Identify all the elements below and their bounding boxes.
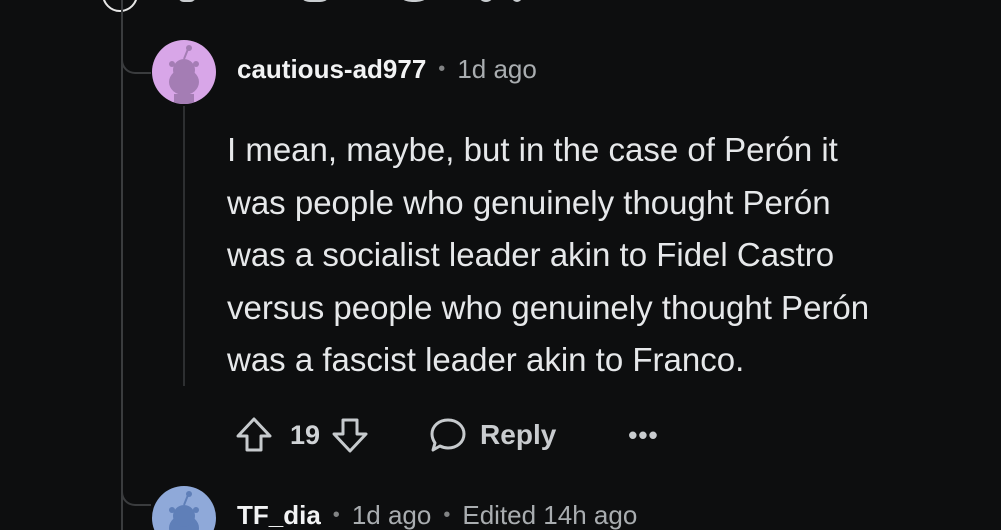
- previous-comment-actions: [0, 0, 1001, 12]
- upvote-icon[interactable]: [178, 0, 196, 2]
- downvote-icon[interactable]: [330, 415, 370, 455]
- timestamp[interactable]: 1d ago: [457, 54, 537, 85]
- reply-label: Reply: [480, 419, 557, 450]
- comment-body-line: was people who genuinely thought Perón: [227, 183, 831, 221]
- reply-icon: [430, 418, 466, 452]
- comment-header: cautious-ad977 • 1d ago: [237, 54, 537, 85]
- comment-thread: cautious-ad977 • 1d ago I mean, maybe, b…: [0, 0, 1001, 530]
- avatar[interactable]: [152, 40, 216, 104]
- thread-branch: [121, 46, 151, 74]
- meta-separator: •: [443, 504, 451, 526]
- username[interactable]: TF_dia: [237, 500, 321, 530]
- upvote-icon[interactable]: [234, 415, 274, 455]
- meta-separator: •: [438, 58, 446, 80]
- avatar[interactable]: [152, 486, 216, 530]
- next-comment-header: TF_dia • 1d ago • Edited 14h ago: [237, 500, 637, 530]
- comment-body-line: I mean, maybe, but in the case of Perón …: [227, 131, 838, 168]
- comment-body-line: versus people who genuinely thought Peró…: [227, 288, 870, 326]
- collapse-icon[interactable]: [102, 0, 138, 12]
- snoo-avatar-icon: [152, 486, 216, 530]
- edited-label: Edited 14h ago: [462, 500, 638, 530]
- comment-collapse-line[interactable]: [183, 106, 185, 386]
- more-options-button[interactable]: •••: [628, 420, 658, 451]
- reply-label-fragment-2[interactable]: [512, 0, 522, 2]
- reply-label-fragment[interactable]: [478, 0, 494, 2]
- thread-line[interactable]: [121, 0, 123, 530]
- reply-icon[interactable]: [394, 0, 434, 2]
- comment-body: I mean, maybe, but in the case of Perón …: [227, 124, 967, 387]
- meta-separator: •: [332, 504, 340, 526]
- vote-count: 19: [290, 419, 321, 450]
- timestamp[interactable]: 1d ago: [352, 500, 432, 530]
- username[interactable]: cautious-ad977: [237, 54, 426, 85]
- comment-body-line: was a socialist leader akin to Fidel Cas…: [227, 236, 835, 273]
- thread-branch: [121, 478, 151, 506]
- comment-body-line: was a fascist leader akin to Franco.: [227, 341, 745, 378]
- reply-button[interactable]: Reply: [428, 415, 556, 455]
- downvote-icon[interactable]: [298, 0, 332, 2]
- snoo-avatar-icon: [152, 40, 216, 104]
- comment-actions: 19 Reply •••: [234, 412, 659, 458]
